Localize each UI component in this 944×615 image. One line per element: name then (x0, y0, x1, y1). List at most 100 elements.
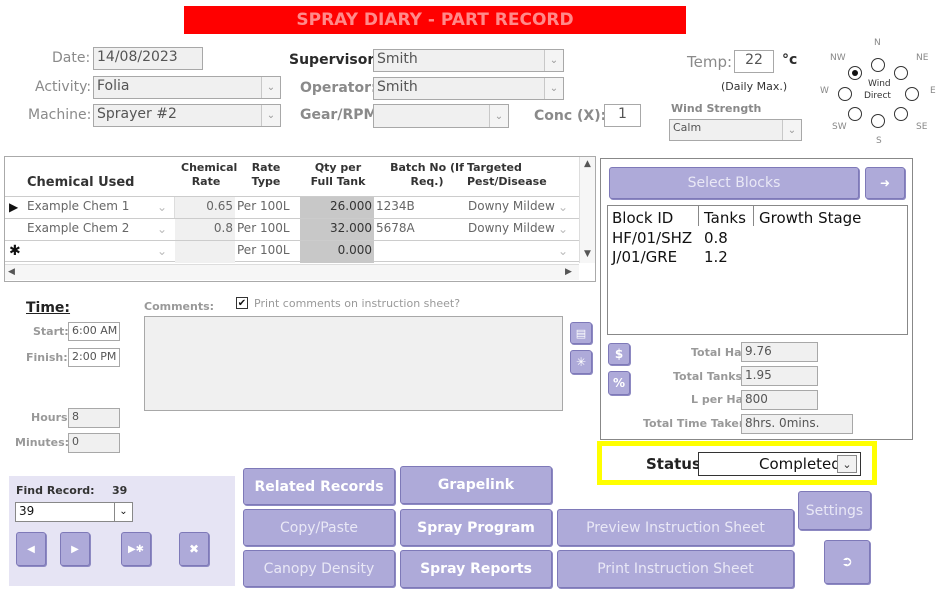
chevron-down-icon[interactable]: ⌄ (157, 222, 167, 236)
wind-radio-ne[interactable] (894, 66, 908, 80)
chemical-select[interactable]: Example Chem 2 (25, 219, 175, 241)
chevron-down-icon[interactable]: ⌄ (544, 78, 563, 99)
copy-paste-button[interactable]: Copy/Paste (243, 509, 395, 546)
finish-field[interactable]: 2:00 PM (68, 348, 120, 367)
date-field[interactable]: 14/08/2023 (93, 47, 203, 70)
conc-value: 1 (618, 106, 627, 122)
print-instruction-sheet-button[interactable]: Print Instruction Sheet (557, 550, 794, 588)
conc-field[interactable]: 1 (604, 104, 641, 127)
target-cell[interactable]: Downy Mildew (466, 197, 566, 219)
chemical-select[interactable]: Example Chem 1 (25, 197, 175, 219)
delete-record-button[interactable]: ✖ (179, 532, 209, 566)
l-per-ha-field[interactable]: 800 (741, 390, 818, 410)
blocks-list[interactable]: Block ID Tanks Growth Stage HF/01/SHZ 0.… (607, 205, 908, 335)
target-cell[interactable]: Downy Mildew (466, 219, 566, 241)
vertical-scrollbar[interactable]: ▲ ▼ (579, 157, 595, 263)
minutes-field[interactable]: 0 (68, 433, 120, 453)
scroll-up-icon[interactable]: ▲ (584, 159, 591, 169)
chevron-down-icon[interactable]: ⌄ (558, 200, 568, 214)
next-record-button[interactable]: ▶ (60, 532, 90, 566)
operator-select[interactable]: Smith ⌄ (373, 77, 564, 100)
wind-radio-nw[interactable] (848, 66, 862, 80)
rate-cell[interactable] (175, 241, 235, 263)
canopy-density-button[interactable]: Canopy Density (243, 550, 395, 587)
sparkle-icon: ✳ (575, 355, 587, 369)
percent-button[interactable]: % (608, 371, 630, 395)
chevron-down-icon[interactable]: ⌄ (558, 244, 568, 258)
spray-program-button[interactable]: Spray Program (400, 509, 552, 546)
machine-select[interactable]: Sprayer #2 ⌄ (93, 104, 281, 127)
list-item[interactable]: J/01/GRE (612, 248, 677, 266)
chevron-down-icon[interactable]: ⌄ (157, 200, 167, 214)
batch-cell[interactable]: 5678A (374, 219, 466, 241)
chevron-down-icon[interactable]: ⌄ (558, 222, 568, 236)
activity-select[interactable]: Folia ⌄ (93, 76, 281, 99)
rate-cell[interactable]: 0.65 (175, 197, 235, 219)
chevron-down-icon[interactable]: ⌄ (261, 105, 280, 126)
supervisor-select[interactable]: Smith ⌄ (373, 49, 564, 72)
new-record-button[interactable]: ▶✱ (121, 532, 151, 566)
batch-cell[interactable] (374, 241, 466, 263)
comment-clear-button[interactable]: ✳ (570, 350, 592, 374)
chevron-down-icon[interactable]: ⌄ (782, 120, 801, 140)
scroll-left-icon[interactable]: ◀ (8, 267, 15, 277)
wind-radio-e[interactable] (905, 87, 919, 101)
chevron-down-icon[interactable]: ⌄ (544, 50, 563, 71)
temp-field[interactable]: 22 (734, 50, 774, 73)
table-row[interactable]: ▶ Example Chem 1 ⌄ 0.65 Per 100L 26.000 … (5, 196, 579, 219)
related-records-button[interactable]: Related Records (243, 468, 395, 505)
dollar-button[interactable]: $ (608, 343, 630, 365)
wind-radio-n[interactable] (871, 58, 885, 72)
print-comments-checkbox[interactable]: ✔ (236, 297, 248, 309)
list-item[interactable]: 0.8 (704, 229, 728, 247)
rate-cell[interactable]: 0.8 (175, 219, 235, 241)
horizontal-scrollbar[interactable]: ◀ ▶ (5, 264, 579, 280)
conc-label: Conc (X): (534, 108, 607, 124)
select-blocks-button[interactable]: Select Blocks (609, 167, 859, 199)
settings-button[interactable]: Settings (798, 491, 871, 530)
chevron-down-icon[interactable]: ⌄ (114, 503, 132, 521)
start-field[interactable]: 6:00 AM (68, 322, 120, 341)
hours-field[interactable]: 8 (68, 408, 120, 428)
table-row[interactable]: Example Chem 2 ⌄ 0.8 Per 100L 32.000 567… (5, 218, 579, 241)
page-title: SPRAY DIARY - PART RECORD (296, 10, 574, 30)
status-select[interactable]: Completed ⌄ (698, 452, 861, 476)
col-rate-type: Rate Type (251, 161, 281, 188)
exit-button[interactable]: ➲ (824, 540, 870, 584)
wind-strength-select[interactable]: Calm ⌄ (669, 119, 802, 141)
gear-select[interactable]: ⌄ (373, 104, 509, 128)
prev-record-button[interactable]: ◀ (16, 532, 46, 566)
col-chemical-used: Chemical Used (27, 175, 135, 190)
wind-radio-sw[interactable] (848, 107, 862, 121)
wind-radio-s[interactable] (871, 114, 885, 128)
batch-cell[interactable]: 1234B (374, 197, 466, 219)
chemical-select[interactable] (25, 241, 175, 263)
chevron-down-icon[interactable]: ⌄ (157, 244, 167, 258)
target-cell[interactable] (466, 241, 566, 263)
rate-type-cell[interactable]: Per 100L (235, 219, 300, 241)
scroll-right-icon[interactable]: ▶ (565, 267, 572, 277)
wind-radio-w[interactable] (838, 87, 852, 101)
comment-insert-button[interactable]: ▤ (570, 322, 592, 344)
scroll-down-icon[interactable]: ▼ (584, 249, 591, 259)
wind-radio-se[interactable] (894, 107, 908, 121)
preview-instruction-sheet-button[interactable]: Preview Instruction Sheet (557, 509, 794, 546)
operator-label: Operator: (300, 80, 377, 96)
chevron-down-icon[interactable]: ⌄ (837, 455, 857, 473)
title-bar: SPRAY DIARY - PART RECORD (184, 6, 686, 34)
total-ha-label: Total Ha: (691, 346, 746, 359)
start-label: Start: (33, 325, 69, 338)
list-item[interactable]: 1.2 (704, 248, 728, 266)
comments-textarea[interactable] (144, 316, 563, 411)
find-record-select[interactable]: 39 ⌄ (15, 502, 133, 522)
chevron-down-icon[interactable]: ⌄ (261, 77, 280, 98)
clear-blocks-button[interactable]: ➜ (865, 167, 905, 199)
list-item[interactable]: HF/01/SHZ (612, 229, 692, 247)
rate-type-cell[interactable]: Per 100L (235, 197, 300, 219)
table-row-new[interactable]: ✱ ⌄ Per 100L 0.000 ⌄ (5, 240, 579, 263)
hours-label: Hours: (31, 411, 72, 424)
grapelink-button[interactable]: Grapelink (400, 466, 552, 504)
rate-type-cell[interactable]: Per 100L (235, 241, 300, 263)
spray-reports-button[interactable]: Spray Reports (400, 550, 552, 588)
chevron-down-icon[interactable]: ⌄ (489, 105, 508, 127)
